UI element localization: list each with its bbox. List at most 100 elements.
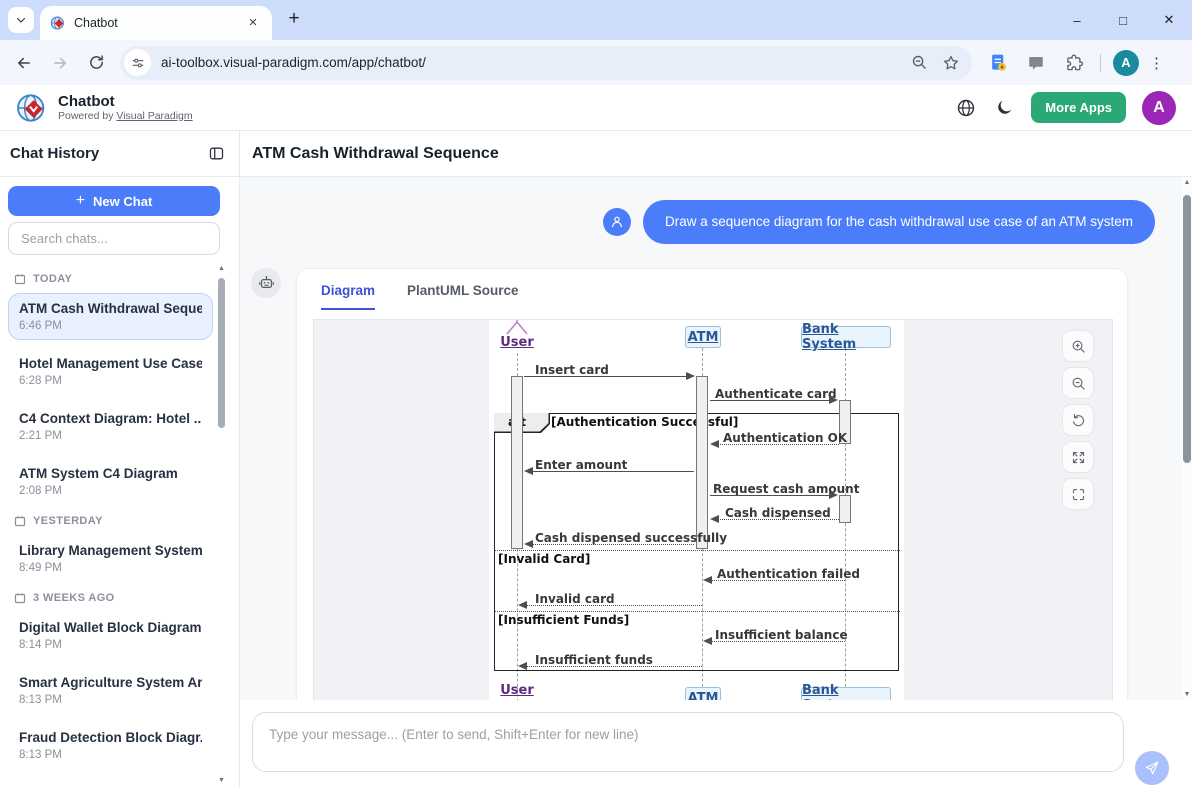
- docs-extension-button[interactable]: [986, 51, 1010, 75]
- tab-close-icon[interactable]: ×: [244, 14, 262, 32]
- message-label: Invalid card: [535, 592, 615, 606]
- language-button[interactable]: [955, 97, 977, 119]
- expand-button[interactable]: [1062, 441, 1094, 473]
- tab-title: Chatbot: [74, 16, 244, 30]
- history-section-header: YESTERDAY: [14, 515, 209, 527]
- sidebar-scrollbar[interactable]: ▲ ▼: [217, 265, 226, 784]
- speech-bubble-icon: [1027, 54, 1045, 72]
- history-section-header: TODAY: [14, 273, 209, 285]
- new-chat-button[interactable]: +New Chat: [8, 186, 220, 216]
- new-chat-label: New Chat: [93, 194, 152, 209]
- scroll-up-icon[interactable]: ▲: [1182, 179, 1192, 186]
- message-composer: [240, 700, 1192, 788]
- message-input-box: [252, 712, 1124, 772]
- extensions-button[interactable]: [1062, 51, 1086, 75]
- message-label: Cash dispensed: [725, 506, 831, 520]
- visual-paradigm-link[interactable]: Visual Paradigm: [116, 110, 192, 122]
- message-line: [718, 519, 839, 520]
- bookmark-button[interactable]: [940, 52, 962, 74]
- scroll-down-icon[interactable]: ▼: [217, 777, 226, 784]
- robot-icon: [258, 275, 275, 292]
- browser-menu-button[interactable]: ⋮: [1149, 54, 1164, 72]
- chat-title: Hotel Management Use Case: [19, 356, 202, 371]
- tab-diagram[interactable]: Diagram: [321, 283, 375, 310]
- arrowhead-left: [703, 576, 712, 584]
- message-label: Authentication failed: [717, 567, 860, 581]
- url-text[interactable]: ai-toolbox.visual-paradigm.com/app/chatb…: [161, 55, 898, 70]
- search-chats-input[interactable]: [8, 222, 220, 255]
- bot-response-card: Diagram PlantUML Source User ATM Bank Sy…: [296, 268, 1128, 700]
- chat-time: 8:49 PM: [19, 562, 202, 574]
- list-item[interactable]: Library Management System... 8:49 PM: [8, 535, 213, 582]
- send-button[interactable]: [1135, 751, 1169, 785]
- list-item[interactable]: Hotel Management Use Case 6:28 PM: [8, 348, 213, 395]
- message-line: [526, 666, 702, 667]
- browser-tab[interactable]: Chatbot ×: [40, 6, 272, 40]
- calendar-icon: [14, 515, 26, 527]
- window-maximize-button[interactable]: □: [1100, 0, 1146, 40]
- browser-titlebar: Chatbot × + – □ ✕: [0, 0, 1192, 40]
- expand-arrows-icon: [1071, 450, 1086, 465]
- chat-title: Digital Wallet Block Diagram: [19, 620, 202, 635]
- sequence-diagram: User ATM Bank System alt [Authentication…: [489, 319, 904, 700]
- message-line: [710, 495, 830, 496]
- browser-profile-avatar[interactable]: A: [1113, 50, 1139, 76]
- more-apps-button[interactable]: More Apps: [1031, 92, 1126, 123]
- arrowhead-right: [829, 396, 838, 404]
- window-close-button[interactable]: ✕: [1146, 0, 1192, 40]
- dark-mode-button[interactable]: [993, 97, 1015, 119]
- chat-time: 8:13 PM: [19, 694, 202, 706]
- arrowhead-left: [710, 515, 719, 523]
- message-label: Enter amount: [535, 458, 627, 472]
- window-minimize-button[interactable]: –: [1054, 0, 1100, 40]
- activation-bank-2: [839, 495, 851, 523]
- zoom-in-button[interactable]: [1062, 330, 1094, 362]
- message-label: Cash dispensed successfully: [535, 531, 727, 545]
- address-bar[interactable]: ai-toolbox.visual-paradigm.com/app/chatb…: [120, 46, 972, 80]
- user-message-bubble: Draw a sequence diagram for the cash wit…: [643, 200, 1155, 244]
- star-icon: [942, 54, 960, 72]
- chat-time: 6:46 PM: [19, 320, 202, 332]
- tune-icon: [131, 56, 145, 70]
- zoom-in-icon: [1071, 339, 1086, 354]
- scroll-up-icon[interactable]: ▲: [217, 265, 226, 272]
- list-item[interactable]: ATM System C4 Diagram 2:08 PM: [8, 458, 213, 505]
- scroll-down-icon[interactable]: ▼: [1182, 691, 1192, 698]
- tab-plantuml-source[interactable]: PlantUML Source: [407, 283, 519, 310]
- page-scrollbar-thumb[interactable]: [1183, 195, 1191, 463]
- fullscreen-button[interactable]: [1062, 478, 1094, 510]
- diagram-viewport[interactable]: User ATM Bank System alt [Authentication…: [313, 319, 1113, 700]
- site-settings-button[interactable]: [124, 49, 151, 76]
- zoom-out-button[interactable]: [1062, 367, 1094, 399]
- sidebar-scrollbar-thumb[interactable]: [218, 278, 225, 428]
- new-tab-button[interactable]: +: [280, 6, 308, 34]
- tab-search-button[interactable]: [8, 7, 34, 33]
- reset-view-button[interactable]: [1062, 404, 1094, 436]
- zoom-page-button[interactable]: [908, 52, 930, 74]
- list-item[interactable]: Smart Agriculture System Ar... 8:13 PM: [8, 667, 213, 714]
- list-item[interactable]: C4 Context Diagram: Hotel ... 2:21 PM: [8, 403, 213, 450]
- list-item[interactable]: Digital Wallet Block Diagram 8:14 PM: [8, 612, 213, 659]
- arrowhead-left: [524, 467, 533, 475]
- message-line: [532, 471, 694, 472]
- forward-button[interactable]: [48, 51, 72, 75]
- powered-by: Powered by Visual Paradigm: [58, 110, 193, 122]
- participant-user-top: User: [489, 335, 545, 350]
- page-scrollbar[interactable]: ▲ ▼: [1182, 177, 1192, 700]
- reload-button[interactable]: [84, 51, 108, 75]
- collapse-panel-icon[interactable]: [208, 145, 225, 162]
- list-item[interactable]: ATM Cash Withdrawal Seque... 6:46 PM: [8, 293, 213, 340]
- activation-atm: [696, 376, 708, 549]
- list-item[interactable]: Fraud Detection Block Diagr... 8:13 PM: [8, 722, 213, 769]
- participant-user-bottom: User: [489, 683, 545, 698]
- back-button[interactable]: [12, 51, 36, 75]
- arrowhead-left: [703, 637, 712, 645]
- result-tabs: Diagram PlantUML Source: [321, 283, 519, 310]
- side-panel-extension-button[interactable]: [1024, 51, 1048, 75]
- user-account-avatar[interactable]: A: [1142, 91, 1176, 125]
- forward-arrow-icon: [51, 54, 69, 72]
- fullscreen-icon: [1071, 487, 1086, 502]
- message-input[interactable]: [253, 713, 1123, 771]
- chat-time: 2:21 PM: [19, 430, 202, 442]
- message-label: Insufficient funds: [535, 653, 653, 667]
